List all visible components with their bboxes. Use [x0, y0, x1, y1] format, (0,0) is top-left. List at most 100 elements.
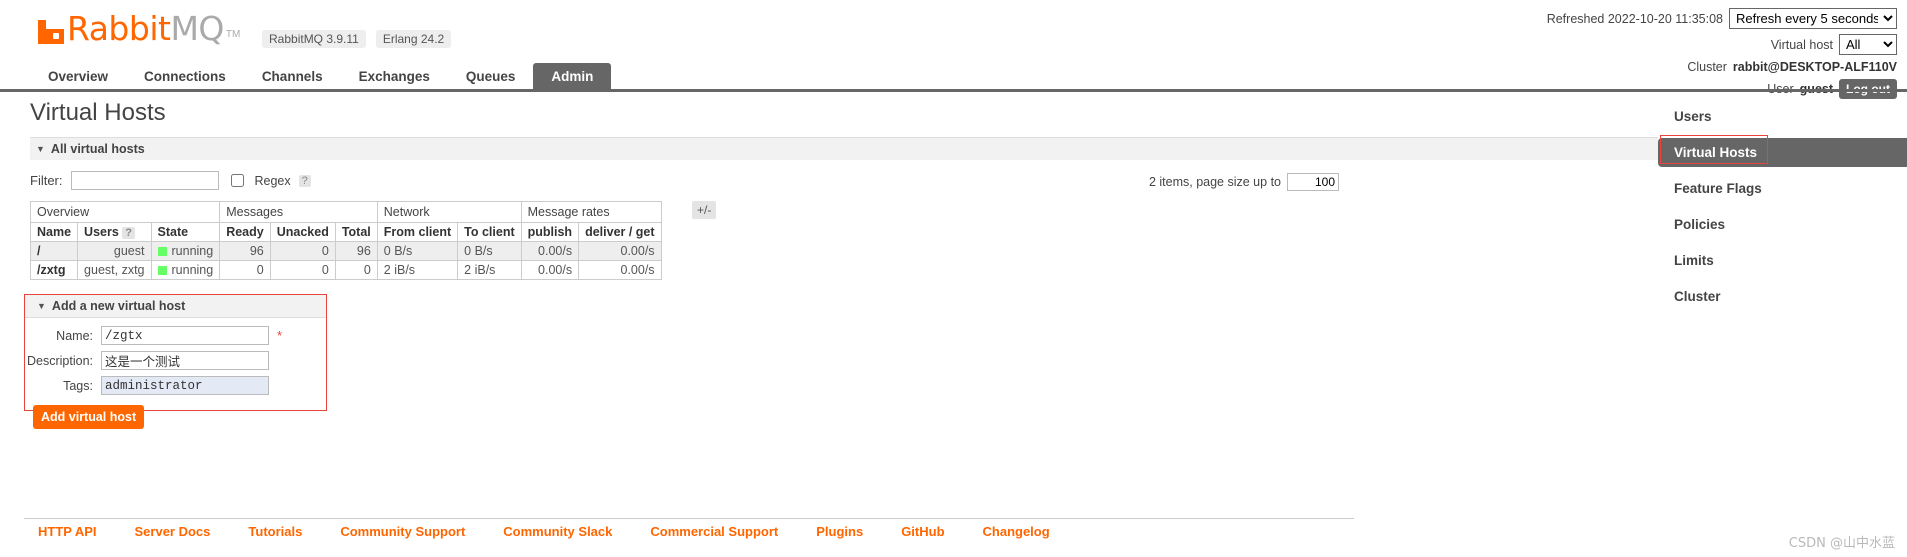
page-header: Rabbit MQ TM RabbitMQ 3.9.11 Erlang 24.2 … [0, 0, 1907, 99]
regex-checkbox[interactable] [230, 174, 244, 187]
footer-link-server-docs[interactable]: Server Docs [135, 524, 211, 539]
col-state[interactable]: State [150, 222, 221, 242]
footer-link-community-support[interactable]: Community Support [340, 524, 465, 539]
table-row[interactable]: / guest running 96 0 96 0 B/s 0 B/s 0.00… [29, 241, 662, 261]
footer-link-github[interactable]: GitHub [901, 524, 944, 539]
cell-users: guest [77, 241, 152, 261]
sidebar-item-virtual-hosts[interactable]: Virtual Hosts [1658, 135, 1907, 167]
cell-to-client: 0 B/s [457, 241, 522, 261]
vhost-tags-input[interactable] [101, 376, 269, 395]
group-header-network: Network [376, 201, 522, 223]
add-form-title: Add a new virtual host [51, 299, 186, 313]
col-to-client[interactable]: To client [457, 222, 522, 242]
tab-overview[interactable]: Overview [30, 63, 126, 92]
cell-name[interactable]: / [29, 241, 79, 261]
footer-link-http-api[interactable]: HTTP API [38, 524, 97, 539]
cell-state: running [150, 241, 221, 261]
regex-help-icon[interactable]: ? [298, 174, 311, 187]
tab-channels[interactable]: Channels [244, 63, 341, 92]
cell-unacked: 0 [269, 260, 336, 280]
name-label: Name: [56, 328, 93, 343]
tab-exchanges[interactable]: Exchanges [341, 63, 448, 92]
logo-text-rabbit: Rabbit [67, 9, 171, 48]
col-from-client[interactable]: From client [376, 222, 459, 242]
filter-input[interactable] [70, 171, 219, 190]
name-field-row: Name: * [25, 326, 326, 345]
refresh-interval-select[interactable]: Refresh every 5 seconds [1729, 8, 1897, 29]
filter-label: Filter: [30, 173, 63, 188]
vhost-filter-select[interactable]: All [1839, 34, 1897, 55]
filter-row: Filter: Regex ? [30, 171, 311, 190]
sidebar-item-cluster[interactable]: Cluster [1658, 282, 1907, 311]
tab-admin[interactable]: Admin [533, 63, 612, 92]
sidebar-item-policies[interactable]: Policies [1658, 210, 1907, 239]
tab-queues[interactable]: Queues [448, 63, 534, 92]
refresh-row: Refreshed 2022-10-20 11:35:08 Refresh ev… [1547, 8, 1897, 29]
group-header-messages: Messages [219, 201, 378, 223]
footer-link-community-slack[interactable]: Community Slack [503, 524, 612, 539]
add-virtual-host-button[interactable]: Add virtual host [33, 405, 145, 429]
add-virtual-host-header[interactable]: ▼ Add a new virtual host [25, 295, 326, 318]
table-column-header-row: Name Users ? State Ready Unacked Total F… [29, 222, 662, 242]
items-count-text: 2 items, page size up to [1148, 175, 1281, 189]
footer-link-tutorials[interactable]: Tutorials [248, 524, 302, 539]
sidebar-item-limits[interactable]: Limits [1658, 246, 1907, 275]
section-title: All virtual hosts [50, 142, 145, 156]
sidebar-item-feature-flags[interactable]: Feature Flags [1658, 174, 1907, 203]
vhost-row: Virtual host All [1547, 34, 1897, 55]
footer-links: HTTP API Server Docs Tutorials Community… [38, 524, 1050, 539]
col-total[interactable]: Total [334, 222, 378, 242]
cell-total: 96 [334, 241, 378, 261]
cell-unacked: 0 [269, 241, 336, 261]
column-toggle-button[interactable]: +/- [692, 201, 717, 219]
state-label: running [171, 244, 214, 258]
col-unacked[interactable]: Unacked [269, 222, 336, 242]
page-size-input[interactable] [1287, 173, 1339, 191]
col-ready[interactable]: Ready [219, 222, 271, 242]
table-group-header-row: Overview Messages Network Message rates [29, 201, 662, 223]
group-header-message-rates: Message rates [520, 201, 662, 223]
logo-trademark: TM [225, 29, 241, 40]
cell-state: running [150, 260, 221, 280]
rabbitmq-logo[interactable]: Rabbit MQ TM [38, 9, 241, 48]
sidebar-item-users[interactable]: Users [1658, 102, 1907, 131]
cell-total: 0 [334, 260, 378, 280]
users-help-icon[interactable]: ? [122, 227, 136, 239]
col-name[interactable]: Name [29, 222, 79, 242]
nav-tab-list: Overview Connections Channels Exchanges … [30, 62, 612, 92]
col-deliver-get[interactable]: deliver / get [578, 222, 662, 242]
add-virtual-host-panel: ▼ Add a new virtual host Name: * Descrip… [24, 294, 327, 429]
regex-label: Regex [254, 173, 291, 188]
cell-publish: 0.00/s [520, 241, 580, 261]
status-indicator-icon [157, 246, 167, 256]
cell-from-client: 0 B/s [376, 241, 459, 261]
footer-link-plugins[interactable]: Plugins [816, 524, 863, 539]
group-header-overview: Overview [29, 201, 221, 223]
cell-publish: 0.00/s [520, 260, 580, 280]
tab-connections[interactable]: Connections [126, 63, 244, 92]
all-virtual-hosts-section-header[interactable]: ▼ All virtual hosts [30, 137, 1658, 160]
vhost-description-input[interactable] [101, 351, 269, 370]
col-users[interactable]: Users ? [77, 222, 152, 242]
admin-sidebar: Users Virtual Hosts Feature Flags Polici… [1658, 102, 1907, 318]
tags-field-row: Tags: [25, 376, 326, 395]
collapse-triangle-icon: ▼ [37, 301, 46, 311]
vhost-name-input[interactable] [101, 326, 269, 345]
footer-link-changelog[interactable]: Changelog [983, 524, 1050, 539]
status-indicator-icon [157, 265, 167, 275]
logo-text-mq: MQ [170, 9, 224, 48]
cell-name[interactable]: /zxtg [29, 260, 79, 280]
table-row[interactable]: /zxtg guest, zxtg running 0 0 0 2 iB/s 2… [29, 260, 662, 280]
version-badges: RabbitMQ 3.9.11 Erlang 24.2 [262, 30, 452, 48]
col-users-label: Users [84, 225, 119, 239]
rabbitmq-logo-icon [38, 14, 64, 44]
refreshed-timestamp: Refreshed 2022-10-20 11:35:08 [1546, 11, 1723, 26]
badge-rabbitmq-version: RabbitMQ 3.9.11 [262, 30, 366, 48]
vhost-filter-label: Virtual host [1770, 37, 1833, 52]
footer-link-commercial-support[interactable]: Commercial Support [650, 524, 778, 539]
description-label: Description: [27, 353, 93, 368]
cell-from-client: 2 iB/s [376, 260, 459, 280]
cell-deliver-get: 0.00/s [578, 260, 662, 280]
state-label: running [171, 263, 214, 277]
col-publish[interactable]: publish [520, 222, 580, 242]
